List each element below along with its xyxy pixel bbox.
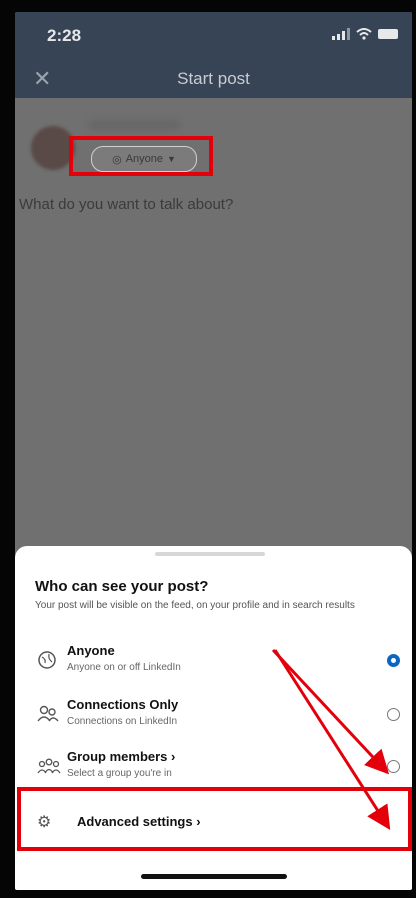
phone-screen: 2:28 ✕ Start post ◎ Anyone ▼ What do you… — [15, 12, 412, 890]
highlight-box-advanced — [17, 787, 412, 851]
option-label: Connections Only — [67, 697, 179, 712]
option-connections-only[interactable]: Connections Only Connections on LinkedIn — [15, 694, 412, 742]
status-icons — [332, 28, 398, 40]
option-sub: Connections on LinkedIn — [67, 716, 178, 727]
phone-frame: 2:28 ✕ Start post ◎ Anyone ▼ What do you… — [0, 0, 416, 898]
wifi-icon — [356, 28, 372, 40]
sheet-title: Who can see your post? — [35, 578, 209, 595]
blurred-username — [89, 120, 179, 130]
signal-icon — [332, 28, 350, 40]
status-bar: 2:28 — [15, 12, 412, 58]
radio-group-members[interactable] — [387, 760, 400, 773]
highlight-box-audience — [69, 136, 213, 176]
post-composer: ◎ Anyone ▼ What do you want to talk abou… — [15, 98, 412, 558]
option-label: Anyone — [67, 643, 115, 658]
sheet-handle[interactable] — [155, 552, 265, 556]
option-label: Group members › — [67, 749, 176, 764]
page-title: Start post — [177, 69, 250, 88]
post-text-input[interactable]: What do you want to talk about? — [19, 196, 233, 213]
status-time: 2:28 — [47, 26, 82, 45]
radio-anyone[interactable] — [387, 654, 400, 667]
nav-bar: ✕ Start post — [15, 58, 412, 98]
people-icon — [37, 704, 59, 724]
group-icon — [37, 756, 61, 776]
battery-icon — [378, 29, 398, 39]
globe-icon — [37, 650, 57, 670]
radio-connections-only[interactable] — [387, 708, 400, 721]
option-anyone[interactable]: Anyone Anyone on or off LinkedIn — [15, 640, 412, 688]
sheet-description: Your post will be visible on the feed, o… — [35, 600, 355, 611]
option-sub: Anyone on or off LinkedIn — [67, 662, 181, 673]
visibility-sheet: Who can see your post? Your post will be… — [15, 546, 412, 890]
home-indicator — [141, 874, 287, 879]
option-sub: Select a group you're in — [67, 768, 172, 779]
